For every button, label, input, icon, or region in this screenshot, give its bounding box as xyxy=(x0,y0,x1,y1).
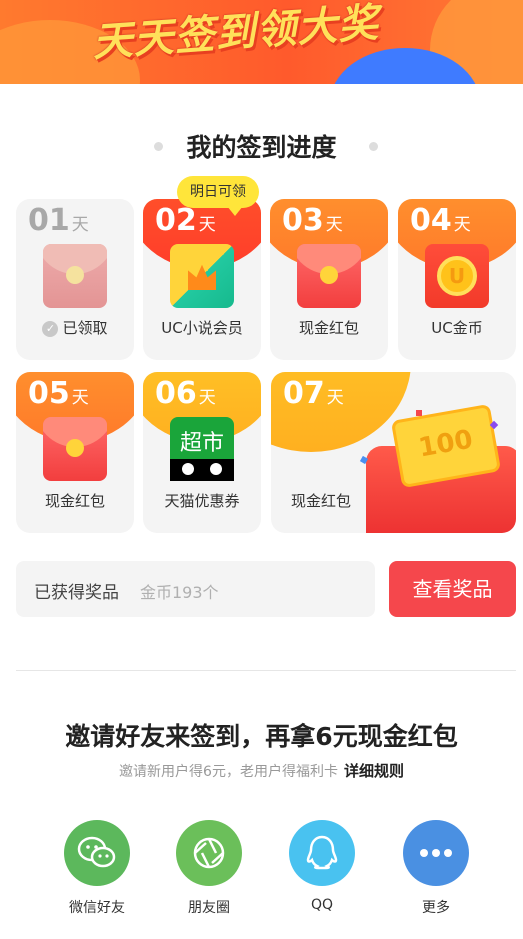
share-label: 微信好友 xyxy=(69,900,125,916)
qq-icon xyxy=(289,820,355,886)
rules-link[interactable]: 详细规则 xyxy=(344,762,404,780)
day-label: 现金红包 xyxy=(298,319,359,337)
prizes-value: 金币193个 xyxy=(140,583,219,602)
day-card-03[interactable]: 03 天 现金红包 xyxy=(270,199,388,360)
day-card-06[interactable]: 06 天 超市 天猫优惠券 xyxy=(143,372,261,533)
wechat-icon xyxy=(64,820,130,886)
confetti xyxy=(416,410,422,416)
day-card-07[interactable]: 07 天 100 现金红包 xyxy=(271,372,516,533)
prizes-panel: 已获得奖品 金币193个 xyxy=(16,561,375,617)
day-card-05[interactable]: 05 天 现金红包 xyxy=(16,372,134,533)
progress-title: 我的签到进度 xyxy=(186,133,337,162)
red-packet-icon xyxy=(43,244,107,308)
day-number: 02 天 xyxy=(155,203,216,238)
prizes-label: 已获得奖品 xyxy=(34,583,119,603)
more-icon xyxy=(403,820,469,886)
tmall-supermarket-icon: 超市 xyxy=(170,417,234,481)
share-label: 朋友圈 xyxy=(188,900,230,916)
day-label: 天猫优惠券 xyxy=(164,492,240,510)
invite-title: 邀请好友来签到，再拿6元现金红包 xyxy=(65,722,458,751)
uc-novel-icon xyxy=(170,244,234,308)
moments-icon xyxy=(176,820,242,886)
day-card-01[interactable]: 01 天 ✓ 已领取 xyxy=(16,199,134,360)
day-number: 05 天 xyxy=(28,376,89,411)
invite-subtitle: 邀请新用户得6元，老用户得福利卡 详细规则 xyxy=(119,762,404,780)
share-label: 更多 xyxy=(422,900,450,916)
day-label: 现金红包 xyxy=(290,492,351,510)
share-label: QQ xyxy=(310,897,334,913)
day-card-02[interactable]: 02 天 UC小说会员 xyxy=(143,199,261,360)
day-label: UC小说会员 xyxy=(161,319,243,337)
title-dot xyxy=(369,142,378,151)
tomorrow-tooltip: 明日可领 xyxy=(177,176,259,216)
red-packet-icon xyxy=(43,417,107,481)
day-number: 03 天 xyxy=(282,203,343,238)
day-number: 01 天 xyxy=(28,203,89,238)
check-icon: ✓ xyxy=(42,320,59,337)
day-number: 07 天 xyxy=(283,376,344,411)
uc-coin-icon xyxy=(425,244,489,308)
day-number: 04 天 xyxy=(410,203,471,238)
day-number: 06 天 xyxy=(155,376,216,411)
day-label: UC金币 xyxy=(431,319,483,337)
day-label: ✓ 已领取 xyxy=(16,317,134,338)
red-packet-icon xyxy=(297,244,361,308)
divider xyxy=(16,670,516,671)
day-card-04[interactable]: 04天 UC金币 xyxy=(398,199,516,360)
banner-title: 天天签到领大奖 xyxy=(91,0,381,66)
view-prizes-button[interactable]: 查看奖品 xyxy=(389,561,516,617)
header-banner: 天天签到领大奖 xyxy=(0,0,523,84)
day-label: 现金红包 xyxy=(44,492,105,510)
